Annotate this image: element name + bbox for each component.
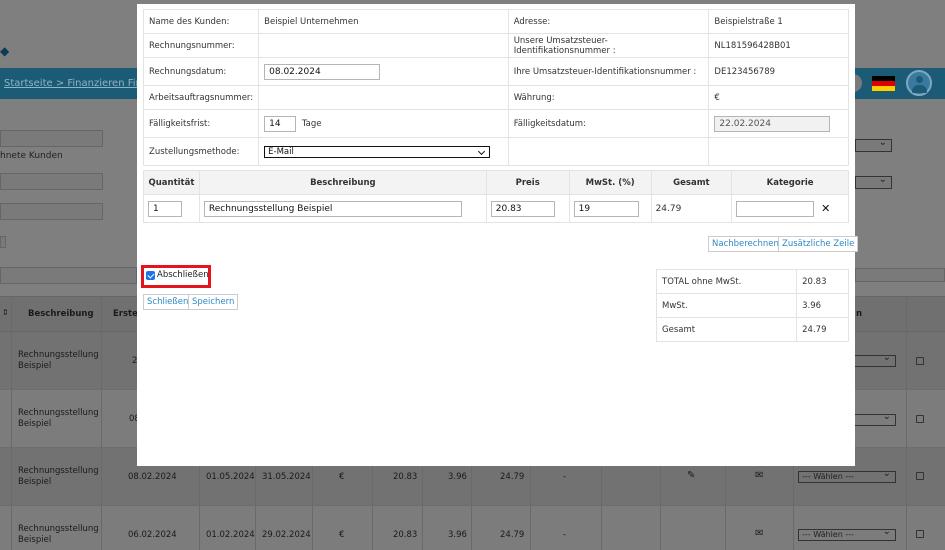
close-button[interactable]: Schließen xyxy=(143,294,193,310)
cell-bezahlt: - xyxy=(563,472,567,482)
cell-mwst: 3.96 xyxy=(448,530,467,540)
frist-label: Fälligkeitsfrist: xyxy=(142,109,260,138)
cell-leistung-von: 01.05.2024 xyxy=(206,472,255,482)
row-checkbox[interactable] xyxy=(916,357,924,365)
cell-beschreibung: Rechnungsstellung Beispiel xyxy=(18,350,99,371)
ihre-ust-label: Ihre Umsatzsteuer-Identifikationsnummer … xyxy=(507,57,710,86)
row-checkbox[interactable] xyxy=(916,472,924,480)
row-checkbox[interactable] xyxy=(916,415,924,423)
cell-rechnungsdatum: 06.02.2024 xyxy=(128,530,177,540)
cell-waehrung: € xyxy=(339,530,345,540)
invoice-info-table: Name des Kunden: Beispiel Unternehmen Ad… xyxy=(142,9,849,166)
filter-select[interactable] xyxy=(855,174,892,189)
frist-unit: Tage xyxy=(301,118,322,129)
cell-beschreibung: Rechnungsstellung Beispiel xyxy=(18,524,99,545)
ihre-ust-value: DE123456789 xyxy=(708,57,849,86)
frist-input[interactable]: 14 xyxy=(264,115,297,132)
table-row[interactable] xyxy=(0,506,945,550)
recalculate-button[interactable]: Nachberechnen xyxy=(708,236,783,252)
arbeitsauftrag-value xyxy=(258,85,509,110)
filter-input[interactable] xyxy=(0,203,103,220)
waehrung-label: Währung: xyxy=(507,85,710,110)
line-total: 24.79 xyxy=(650,194,733,223)
search-input[interactable] xyxy=(0,267,137,284)
grand-total-value: 24.79 xyxy=(796,317,849,342)
finalize-label[interactable]: Abschließen xyxy=(157,270,209,280)
cell-gesamt: 24.79 xyxy=(500,530,525,540)
rechnungsnummer-label: Rechnungsnummer: xyxy=(142,33,260,58)
invoice-lines-table: Quantität Beschreibung Preis MwSt. (%) G… xyxy=(143,170,849,223)
header-gesamt: Gesamt xyxy=(650,170,733,195)
adresse-value: Beispielstraße 1 xyxy=(708,9,849,34)
filter-select[interactable] xyxy=(855,137,892,152)
filter-button[interactable] xyxy=(0,236,6,248)
rechnungsdatum-label: Rechnungsdatum: xyxy=(142,57,260,86)
rechnungsnummer-value xyxy=(258,33,509,58)
totals-table: TOTAL ohne MwSt. 20.83 MwSt. 3.96 Gesamt… xyxy=(655,269,849,342)
search-input[interactable] xyxy=(855,268,945,282)
finalize-checkbox[interactable] xyxy=(146,271,155,280)
german-flag-icon[interactable] xyxy=(872,76,895,91)
header-mwst: MwSt. (%) xyxy=(568,170,652,195)
mail-icon[interactable]: ✉ xyxy=(755,470,763,481)
kunde-value: Beispiel Unternehmen xyxy=(258,9,509,34)
cell-bezahlt: - xyxy=(563,530,567,540)
add-row-button[interactable]: Zusätzliche Zeile xyxy=(778,236,859,252)
edit-icon[interactable]: ✎ xyxy=(687,470,695,481)
net-total-label: TOTAL ohne MwSt. xyxy=(655,269,798,294)
faelligkeitsdatum-label: Fälligkeitsdatum: xyxy=(507,109,710,138)
remove-row-icon[interactable]: ✕ xyxy=(821,202,830,215)
row-checkbox[interactable] xyxy=(916,530,924,538)
filter-label: hnete Kunden xyxy=(0,151,63,161)
arbeitsauftrag-label: Arbeitsauftragsnummer: xyxy=(142,85,260,110)
action-select[interactable]: --- Wählen --- xyxy=(798,527,896,541)
vat-total-label: MwSt. xyxy=(655,293,798,318)
quantity-input[interactable]: 1 xyxy=(148,200,182,217)
sort-icon[interactable]: ⇕ xyxy=(2,308,9,317)
cell-leistung-von: 01.02.2024 xyxy=(206,530,255,540)
header-beschreibung[interactable]: Beschreibung xyxy=(28,309,94,319)
vat-input[interactable]: 19 xyxy=(573,200,639,217)
waehrung-value: € xyxy=(708,85,849,110)
grand-total-label: Gesamt xyxy=(655,317,798,342)
cell-netto: 20.83 xyxy=(393,530,418,540)
category-input[interactable] xyxy=(736,200,815,217)
price-input[interactable]: 20.83 xyxy=(490,200,555,217)
header-beschreibung: Beschreibung xyxy=(198,170,487,195)
rechnungsdatum-input[interactable]: 08.02.2024 xyxy=(264,63,381,80)
cell-waehrung: € xyxy=(339,472,345,482)
mail-icon[interactable]: ✉ xyxy=(755,528,763,539)
cell-leistung-bis: 31.05.2024 xyxy=(262,472,311,482)
filter-input[interactable] xyxy=(0,173,103,190)
cell-beschreibung: Rechnungsstellung Beispiel xyxy=(18,466,99,487)
cell-netto: 20.83 xyxy=(393,472,418,482)
header-aktionen[interactable]: n xyxy=(856,309,862,319)
cell-mwst: 3.96 xyxy=(448,472,467,482)
unsere-ust-label: Unsere Umsatzsteuer-Identifikationsnumme… xyxy=(507,33,710,58)
invoice-modal: Name des Kunden: Beispiel Unternehmen Ad… xyxy=(137,4,859,466)
vat-total-value: 3.96 xyxy=(796,293,849,318)
zustellung-label: Zustellungsmethode: xyxy=(142,137,260,166)
header-preis: Preis xyxy=(485,170,570,195)
cell-beschreibung: Rechnungsstellung Beispiel xyxy=(18,408,99,429)
net-total-value: 20.83 xyxy=(796,269,849,294)
cell-rechnungsdatum: 08.02.2024 xyxy=(128,472,177,482)
description-input[interactable]: Rechnungsstellung Beispiel xyxy=(203,200,462,217)
kunde-label: Name des Kunden: xyxy=(142,9,260,34)
save-button[interactable]: Speichern xyxy=(188,294,239,310)
zustellung-select[interactable]: E-Mail xyxy=(264,145,491,158)
avatar[interactable] xyxy=(906,70,932,96)
header-kategorie: Kategorie xyxy=(731,170,849,195)
header-quantitaet: Quantität xyxy=(143,170,200,195)
unsere-ust-value: NL181596428B01 xyxy=(708,33,849,58)
table-row: 1 Rechnungsstellung Beispiel 20.83 19 24… xyxy=(143,194,849,223)
filter-input[interactable] xyxy=(0,130,103,147)
action-select[interactable]: --- Wählen --- xyxy=(798,469,896,483)
logo-icon: ◆ xyxy=(0,44,10,58)
cell-gesamt: 24.79 xyxy=(500,472,525,482)
adresse-label: Adresse: xyxy=(507,9,710,34)
faelligkeitsdatum-input: 22.02.2024 xyxy=(714,115,831,132)
cell-leistung-bis: 29.02.2024 xyxy=(262,530,311,540)
